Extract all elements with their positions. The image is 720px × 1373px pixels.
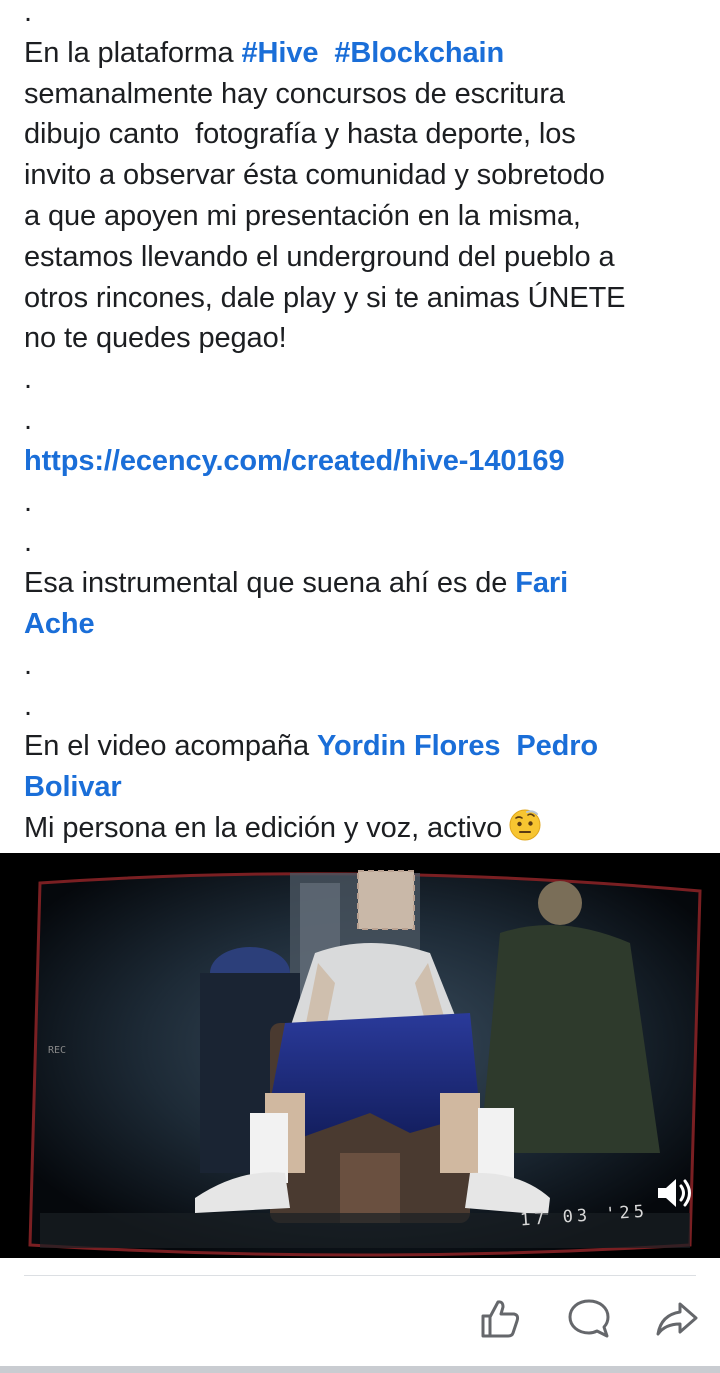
- post-line: .: [24, 0, 696, 33]
- profile-mention-link[interactable]: Yordin Flores: [317, 730, 501, 762]
- post-text-segment: .: [24, 648, 32, 681]
- post-line: Mi persona en la edición y voz, activo: [24, 808, 696, 849]
- post-text-segment: semanalmente hay concursos de escritura: [24, 77, 565, 110]
- volume-on-icon: [658, 1179, 691, 1207]
- video-frame: REC: [0, 853, 720, 1258]
- post-line: Ache: [24, 604, 696, 645]
- post-text: . En la plataforma #Hive #Blockchain seman…: [24, 0, 696, 849]
- thumbs-up-icon: [481, 1300, 520, 1338]
- post-line: a que apoyen mi presentación en la misma…: [24, 196, 696, 237]
- volume-button[interactable]: [652, 1170, 698, 1216]
- post-text-segment: .: [24, 485, 32, 518]
- post-text-segment: Mi persona en la edición y voz, activo: [24, 811, 503, 844]
- post-text-segment: no te quedes pegao!: [24, 322, 287, 355]
- post-line: .: [24, 522, 696, 563]
- post-text-segment: a que apoyen mi presentación en la misma…: [24, 199, 581, 232]
- post-text-segment: .: [24, 526, 32, 559]
- profile-mention-link[interactable]: Bolivar: [24, 771, 122, 803]
- post-text-segment: estamos llevando el underground del pueb…: [24, 240, 615, 273]
- post-text-segment: .: [24, 689, 32, 722]
- post-line: Esa instrumental que suena ahí es de Far…: [24, 563, 696, 604]
- post-line: .: [24, 482, 696, 523]
- hashtag-link[interactable]: #Blockchain: [334, 37, 504, 69]
- profile-mention-link[interactable]: Ache: [24, 608, 95, 640]
- post-line: En la plataforma #Hive #Blockchain: [24, 33, 696, 74]
- like-button[interactable]: [477, 1296, 523, 1342]
- post-text-segment: [318, 37, 334, 69]
- video-player[interactable]: REC: [0, 853, 720, 1258]
- profile-mention-link[interactable]: Pedro: [516, 730, 598, 762]
- post-text-segment: .: [24, 0, 32, 28]
- post-line: semanalmente hay concursos de escritura: [24, 74, 696, 115]
- profile-mention-link[interactable]: Fari: [515, 567, 568, 599]
- svg-text:REC: REC: [48, 1045, 66, 1056]
- post-line: otros rincones, dale play y si te animas…: [24, 278, 696, 319]
- post-text-segment: dibujo canto fotografía y hasta deporte,…: [24, 118, 576, 151]
- post-text-segment: invito a observar ésta comunidad y sobre…: [24, 159, 605, 192]
- speech-bubble-icon: [568, 1299, 610, 1338]
- post-line: estamos llevando el underground del pueb…: [24, 237, 696, 278]
- post-line: .: [24, 400, 696, 441]
- post-line: Bolivar: [24, 767, 696, 808]
- bottom-separator: [0, 1366, 720, 1373]
- post-line: invito a observar ésta comunidad y sobre…: [24, 155, 696, 196]
- post-text-segment: Esa instrumental que suena ahí es de: [24, 567, 516, 600]
- url-link[interactable]: https://ecency.com/created/hive-140169: [24, 445, 565, 477]
- post-line: dibujo canto fotografía y hasta deporte,…: [24, 114, 696, 155]
- post-line: .: [24, 686, 696, 727]
- post-text-segment: .: [24, 403, 32, 436]
- share-button[interactable]: [654, 1296, 700, 1342]
- post-line: .: [24, 359, 696, 400]
- post-text-segment: [500, 730, 516, 762]
- post-text-segment: En la plataforma: [24, 36, 242, 69]
- post-text-segment: otros rincones, dale play y si te animas…: [24, 281, 626, 314]
- post-text-segment: En el video acompaña: [24, 730, 317, 763]
- post-text-segment: .: [24, 363, 32, 396]
- share-arrow-icon: [656, 1302, 698, 1336]
- action-bar: [0, 1296, 720, 1342]
- comment-button[interactable]: [566, 1296, 612, 1342]
- post-line: .: [24, 645, 696, 686]
- face-with-raised-eyebrow-icon: [509, 809, 541, 841]
- post-line: https://ecency.com/created/hive-140169: [24, 441, 696, 482]
- divider: [24, 1275, 696, 1276]
- hashtag-link[interactable]: #Hive: [242, 37, 319, 69]
- post-line: no te quedes pegao!: [24, 318, 696, 359]
- post-line: En el video acompaña Yordin Flores Pedro: [24, 726, 696, 767]
